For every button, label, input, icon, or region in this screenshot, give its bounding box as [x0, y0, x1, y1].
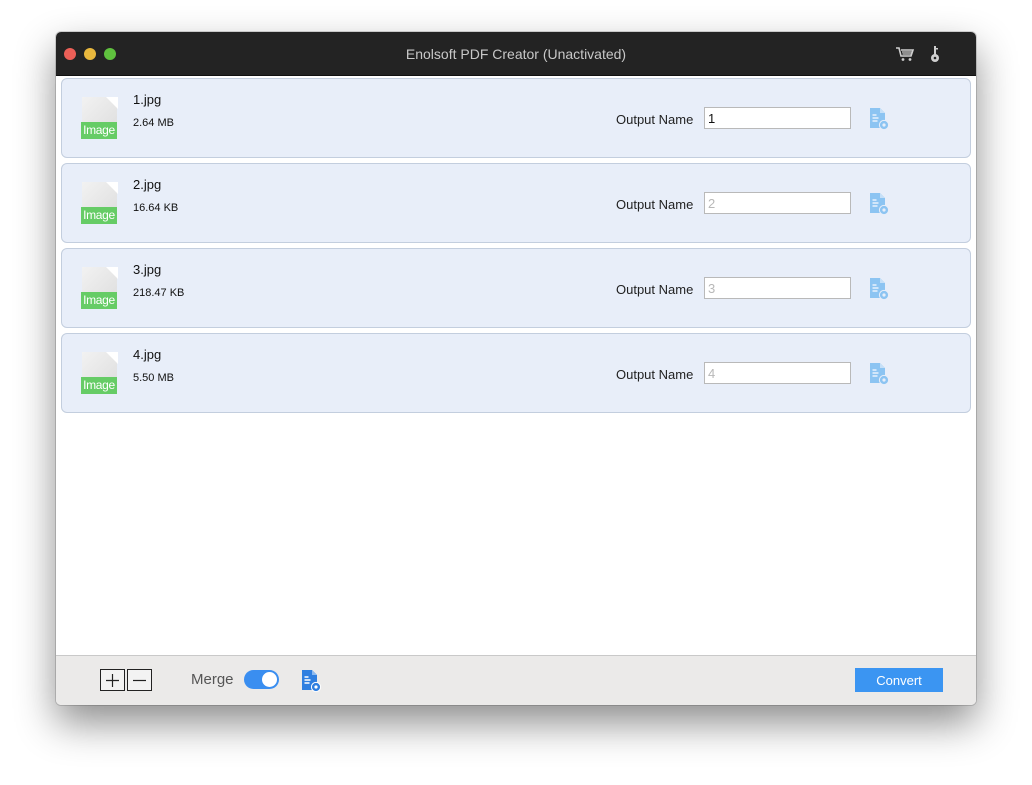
file-settings-button[interactable]: [868, 277, 890, 301]
bottom-bar: Merge Convert: [56, 655, 976, 705]
merge-toggle[interactable]: [244, 670, 279, 689]
minus-icon: [133, 679, 146, 681]
file-row: Image 1.jpg 2.64 MB Output Name: [61, 78, 971, 158]
file-name: 2.jpg: [133, 177, 162, 192]
convert-button[interactable]: Convert: [855, 668, 943, 692]
output-name-label: Output Name: [616, 367, 694, 382]
file-type-tag: Image: [81, 207, 117, 224]
file-list: Image 1.jpg 2.64 MB Output Name Image 2.…: [56, 76, 976, 655]
document-settings-icon: [870, 108, 890, 131]
cart-icon[interactable]: [894, 44, 916, 64]
output-name-label: Output Name: [616, 282, 694, 297]
file-name: 3.jpg: [133, 262, 162, 277]
image-file-icon: Image: [81, 97, 119, 141]
output-name-input[interactable]: [704, 192, 851, 214]
window-title: Enolsoft PDF Creator (Unactivated): [405, 46, 627, 62]
remove-file-button[interactable]: [127, 669, 152, 691]
image-file-icon: Image: [81, 267, 119, 311]
document-settings-icon: [870, 193, 890, 216]
file-name: 1.jpg: [133, 92, 162, 107]
image-file-icon: Image: [81, 182, 119, 226]
plus-icon: [106, 673, 119, 687]
document-settings-icon: [870, 278, 890, 301]
add-file-button[interactable]: [100, 669, 125, 691]
file-size: 2.64 MB: [133, 117, 174, 129]
app-window: Enolsoft PDF Creator (Unactivated) Image…: [56, 32, 976, 705]
file-row: Image 3.jpg 218.47 KB Output Name: [61, 248, 971, 328]
output-name-input[interactable]: [704, 277, 851, 299]
image-file-icon: Image: [81, 352, 119, 396]
toggle-knob: [262, 672, 277, 687]
output-name-label: Output Name: [616, 197, 694, 212]
file-row: Image 2.jpg 16.64 KB Output Name: [61, 163, 971, 243]
file-settings-button[interactable]: [868, 192, 890, 216]
merge-settings-button[interactable]: [300, 669, 322, 693]
output-name-input[interactable]: [704, 107, 851, 129]
title-bar: Enolsoft PDF Creator (Unactivated): [56, 32, 976, 76]
file-type-tag: Image: [81, 292, 117, 309]
document-settings-icon: [302, 670, 322, 693]
file-type-tag: Image: [81, 122, 117, 139]
merge-label: Merge: [191, 671, 234, 688]
file-size: 218.47 KB: [133, 287, 185, 299]
file-row: Image 4.jpg 5.50 MB Output Name: [61, 333, 971, 413]
file-name: 4.jpg: [133, 347, 162, 362]
output-name-input[interactable]: [704, 362, 851, 384]
output-name-label: Output Name: [616, 112, 694, 127]
file-settings-button[interactable]: [868, 107, 890, 131]
key-icon[interactable]: [924, 44, 946, 64]
file-size: 5.50 MB: [133, 372, 174, 384]
file-type-tag: Image: [81, 377, 117, 394]
file-size: 16.64 KB: [133, 202, 179, 214]
document-settings-icon: [870, 363, 890, 386]
file-settings-button[interactable]: [868, 362, 890, 386]
